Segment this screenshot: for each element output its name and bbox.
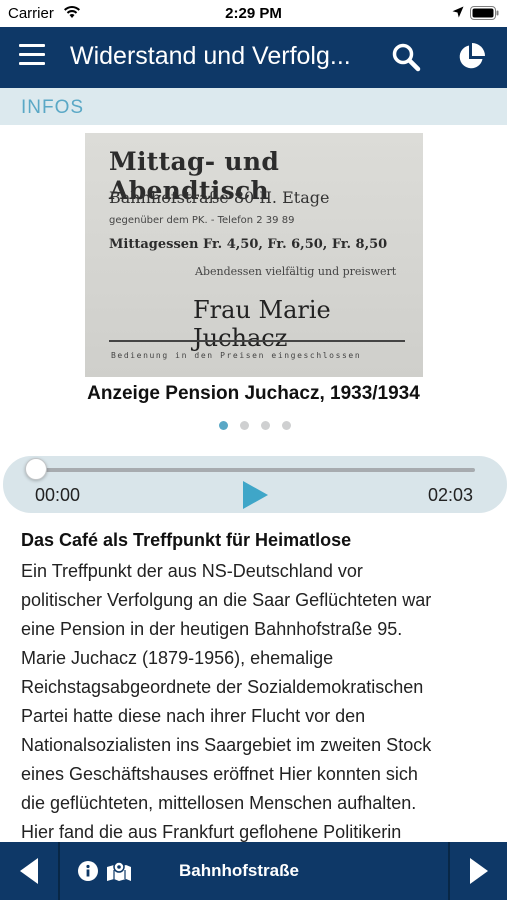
play-icon[interactable] xyxy=(241,480,269,510)
gallery-image[interactable]: Mittag- und Abendtisch Bahnhofstraße 80 … xyxy=(85,133,423,377)
article-line: Reichstagsabgeordnete der Sozialdemokrat… xyxy=(21,677,424,697)
article: Das Café als Treffpunkt für Heimatlose E… xyxy=(21,526,491,847)
article-line: eines Geschäftshauses eröffnet Hier konn… xyxy=(21,764,418,784)
ad-dinner: Abendessen vielfältig und preiswert xyxy=(195,265,397,278)
audio-progress-thumb[interactable] xyxy=(25,458,47,480)
clock: 2:29 PM xyxy=(225,5,282,22)
page-dot[interactable] xyxy=(240,421,249,430)
page-dot[interactable] xyxy=(282,421,291,430)
ad-phone: gegenüber dem PK. - Telefon 2 39 89 xyxy=(109,215,295,226)
section-title: INFOS xyxy=(21,97,85,118)
map-icon[interactable] xyxy=(106,860,132,882)
article-body: Ein Treffpunkt der aus NS-Deutschland vo… xyxy=(21,557,491,847)
page-indicator xyxy=(219,421,299,431)
menu-icon[interactable] xyxy=(19,44,45,68)
battery-icon xyxy=(470,6,499,20)
article-line: Nationalsozialisten ins Saargebiet im zw… xyxy=(21,735,432,755)
ad-footer: Bedienung in den Preisen eingeschlossen xyxy=(111,351,362,360)
page-dot[interactable] xyxy=(219,421,228,430)
current-time: 00:00 xyxy=(35,485,81,505)
page-title: Widerstand und Verfolg... xyxy=(70,42,351,70)
info-icon[interactable] xyxy=(78,861,98,881)
navigation-bar: Widerstand und Verfolg... xyxy=(0,27,507,88)
article-title: Das Café als Treffpunkt für Heimatlose xyxy=(21,530,352,550)
ad-owner: Frau Marie Juchacz xyxy=(193,296,331,352)
divider xyxy=(58,842,60,900)
article-line: Marie Juchacz (1879-1956), ehemalige xyxy=(21,648,334,668)
location-name: Bahnhofstraße xyxy=(179,861,299,880)
ad-divider xyxy=(109,340,405,342)
newspaper-ad: Mittag- und Abendtisch Bahnhofstraße 80 … xyxy=(85,133,423,377)
section-header: INFOS xyxy=(0,88,507,125)
audio-player: 00:00 02:03 xyxy=(3,456,507,513)
page-dot[interactable] xyxy=(261,421,270,430)
location-arrow-icon xyxy=(452,6,464,18)
duration: 02:03 xyxy=(427,485,473,505)
bottom-bar: Bahnhofstraße xyxy=(0,842,507,900)
pie-chart-icon[interactable] xyxy=(456,42,486,72)
previous-arrow-icon[interactable] xyxy=(0,842,57,900)
audio-progress-track[interactable] xyxy=(37,468,475,472)
next-arrow-icon[interactable] xyxy=(450,842,507,900)
article-line: die geflüchteten, mittellosen Menschen a… xyxy=(21,793,417,813)
search-icon[interactable] xyxy=(391,42,421,72)
ad-address: Bahnhofstraße 80 II. Etage xyxy=(109,188,330,207)
article-line: Partei hatte diese nach ihrer Flucht vor… xyxy=(21,706,366,726)
status-bar: Carrier 2:29 PM xyxy=(0,0,507,27)
article-line: politischer Verfolgung an die Saar Geflü… xyxy=(21,590,432,610)
image-caption: Anzeige Pension Juchacz, 1933/1934 xyxy=(87,383,420,404)
article-line: eine Pension in der heutigen Bahnhofstra… xyxy=(21,619,403,639)
ad-prices: Mittagessen Fr. 4,50, Fr. 6,50, Fr. 8,50 xyxy=(109,237,388,252)
article-line: Ein Treffpunkt der aus NS-Deutschland vo… xyxy=(21,561,363,581)
